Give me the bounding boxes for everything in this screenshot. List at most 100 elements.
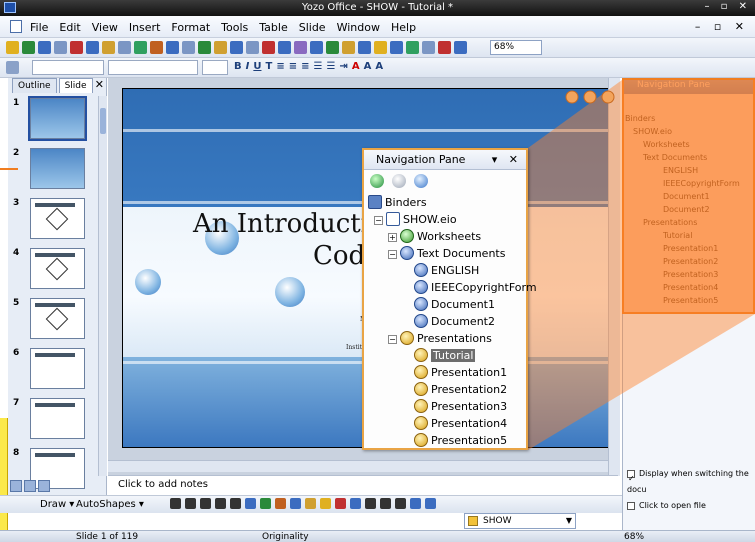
slide-thumbnail-item[interactable]: 2	[8, 146, 98, 196]
tree-row-presentation[interactable]: Presentation5	[368, 432, 537, 449]
toolbar-icon[interactable]	[278, 41, 291, 54]
draw-tool-icon[interactable]	[320, 498, 331, 509]
normal-view-icon[interactable]	[10, 480, 22, 492]
toolbar-icon[interactable]	[374, 41, 387, 54]
draw-tool-icon[interactable]	[245, 498, 256, 509]
slide-thumbnail[interactable]	[30, 198, 85, 239]
draw-tool-icon[interactable]	[395, 498, 406, 509]
side-tree-row[interactable]: Text Documents	[625, 151, 740, 164]
notes-area[interactable]: Click to add notes	[108, 475, 618, 493]
slideshow-view-icon[interactable]	[38, 480, 50, 492]
font-color-button[interactable]: A	[352, 61, 360, 72]
tree-row-document[interactable]: ENGLISH	[368, 262, 537, 279]
slide-vertical-scrollbar[interactable]	[608, 78, 620, 476]
toolbar-icon[interactable]	[358, 41, 371, 54]
align-left-button[interactable]: ≡	[276, 61, 284, 72]
slide-thumbnail-item[interactable]: 6	[8, 346, 98, 396]
click-to-open-checkbox[interactable]	[627, 501, 635, 510]
menu-table[interactable]: Table	[259, 21, 287, 34]
toolbar-icon[interactable]	[422, 41, 435, 54]
toolbar-icon[interactable]	[198, 41, 211, 54]
menu-window[interactable]: Window	[337, 21, 380, 34]
tab-slide[interactable]: Slide	[58, 78, 93, 93]
menu-view[interactable]: View	[92, 21, 118, 34]
slide-thumbnail-item[interactable]: 5	[8, 296, 98, 346]
tree-row-text-documents[interactable]: − Text Documents	[368, 245, 537, 262]
draw-tool-icon[interactable]	[425, 498, 436, 509]
toolbar-icon[interactable]	[246, 41, 259, 54]
tree-row-presentations[interactable]: − Presentations	[368, 330, 537, 347]
navigate-icon[interactable]	[414, 174, 428, 188]
draw-tool-icon[interactable]	[335, 498, 346, 509]
toolbar-icon[interactable]	[214, 41, 227, 54]
refresh-icon[interactable]	[370, 174, 384, 188]
slide-thumbnail[interactable]	[30, 398, 85, 439]
draw-tool-icon[interactable]	[305, 498, 316, 509]
menu-format[interactable]: Format	[171, 21, 210, 34]
autoshapes-menu-button[interactable]: AutoShapes ▾	[76, 499, 144, 510]
menu-file[interactable]: File	[30, 21, 48, 34]
indent-button[interactable]: ⇥	[339, 61, 347, 72]
style-field[interactable]	[32, 60, 104, 75]
slide-thumbnail[interactable]	[28, 96, 87, 141]
slide-thumbnail[interactable]	[30, 248, 85, 289]
scrollbar-thumb[interactable]	[100, 108, 106, 134]
toolbar-icon[interactable]	[86, 41, 99, 54]
underline-button[interactable]: U	[253, 61, 261, 72]
collapse-toggle[interactable]: −	[388, 250, 397, 259]
side-tree-row[interactable]: Tutorial	[625, 229, 740, 242]
slide-thumbnail-item[interactable]: 1	[8, 96, 98, 146]
collapse-toggle[interactable]: −	[374, 216, 383, 225]
expand-toggle[interactable]: +	[388, 233, 397, 242]
display-on-switch-checkbox[interactable]: ✓	[627, 469, 635, 483]
draw-tool-icon[interactable]	[290, 498, 301, 509]
text-shadow-button[interactable]: T	[265, 61, 272, 72]
toolbar-icon[interactable]	[6, 41, 19, 54]
italic-button[interactable]: I	[246, 61, 250, 72]
tree-row-document[interactable]: Document1	[368, 296, 537, 313]
numbering-button[interactable]: ☰	[326, 61, 335, 72]
tree-row-worksheets[interactable]: + Worksheets	[368, 228, 537, 245]
toolbar-icon[interactable]	[310, 41, 323, 54]
toolbar-icon[interactable]	[326, 41, 339, 54]
toolbar-icon[interactable]	[454, 41, 467, 54]
menu-slide[interactable]: Slide	[299, 21, 326, 34]
slide-thumbnail-item[interactable]: 7	[8, 396, 98, 446]
shrink-font-button[interactable]: A	[375, 61, 383, 72]
toolbar-icon[interactable]	[262, 41, 275, 54]
draw-tool-icon[interactable]	[260, 498, 271, 509]
tree-row-document[interactable]: IEEECopyrightForm	[368, 279, 537, 296]
side-tree-row[interactable]: Presentations	[625, 216, 740, 229]
toolbar-icon[interactable]	[342, 41, 355, 54]
toolbar-icon[interactable]	[230, 41, 243, 54]
collapse-toggle[interactable]: −	[388, 335, 397, 344]
side-tree-row[interactable]: Presentation4	[625, 281, 740, 294]
document-window-controls[interactable]: – ▫ ✕	[695, 20, 749, 33]
side-tree-row[interactable]: SHOW.eio	[625, 125, 740, 138]
pane-controls[interactable]: ▾ ✕	[492, 150, 522, 169]
toolbar-icon[interactable]	[70, 41, 83, 54]
draw-tool-icon[interactable]	[215, 498, 226, 509]
draw-tool-icon[interactable]	[410, 498, 421, 509]
draw-tool-icon[interactable]	[365, 498, 376, 509]
toolbar-icon[interactable]	[438, 41, 451, 54]
side-tree-row[interactable]: Document2	[625, 203, 740, 216]
side-tree-row[interactable]: Presentation1	[625, 242, 740, 255]
grow-font-button[interactable]: A	[364, 61, 372, 72]
font-size-field[interactable]	[202, 60, 228, 75]
toolbar-icon[interactable]	[150, 41, 163, 54]
toolbar-icon[interactable]	[294, 41, 307, 54]
tree-row-presentation[interactable]: Presentation3	[368, 398, 537, 415]
zoom-field[interactable]: 68%	[490, 40, 542, 55]
window-controls[interactable]: – ▫ ✕	[704, 1, 751, 12]
tree-row-file[interactable]: − SHOW.eio	[368, 211, 537, 228]
side-tree-row[interactable]: Worksheets	[625, 138, 740, 151]
draw-tool-icon[interactable]	[185, 498, 196, 509]
bold-button[interactable]: B	[234, 61, 242, 72]
font-field[interactable]	[108, 60, 198, 75]
tree-row-presentation[interactable]: Tutorial	[368, 347, 537, 364]
status-zoom[interactable]: 68%	[624, 532, 644, 542]
toolbar-icon[interactable]	[406, 41, 419, 54]
toolbar-icon[interactable]	[390, 41, 403, 54]
slide-panel-scrollbar[interactable]	[98, 96, 107, 476]
